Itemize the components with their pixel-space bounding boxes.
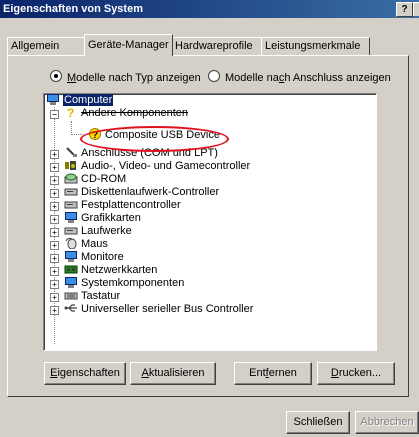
tree-item-label: CD-ROM [81,173,127,185]
tree-item-mouse[interactable]: Maus [64,237,108,251]
tree-item-label: Laufwerke [81,225,132,237]
tree-item-label: Tastatur [81,290,121,302]
tree-item-label: Grafikkarten [81,212,141,224]
tree-item-graphics[interactable]: Grafikkarten [64,212,141,225]
radio-by-type-label: Modelle nach Typ anzeigen [67,72,201,84]
question-mark-icon: ? [64,106,78,120]
expand-toggle[interactable]: + [50,267,59,276]
tree-item-floppy-controller[interactable]: Diskettenlaufwerk-Controller [64,186,219,199]
tree-item-label: Monitore [81,251,124,263]
tree-connector [71,121,72,135]
expand-toggle[interactable]: + [50,254,59,263]
monitor-icon [64,212,78,223]
radio-by-connection[interactable]: Modelle nach Anschluss anzeigen [208,70,391,86]
radio-by-type[interactable]: Modelle nach Typ anzeigen [50,70,201,86]
print-button[interactable]: Drucken... [317,362,395,385]
tree-item-usb[interactable]: Universeller serieller Bus Controller [64,303,253,316]
tree-connector [71,134,83,135]
tree-item-disk-controller[interactable]: Festplattencontroller [64,199,181,212]
expand-toggle[interactable]: + [50,280,59,289]
tree-item-label: Diskettenlaufwerk-Controller [81,186,220,198]
usb-icon [64,303,78,314]
port-icon [64,147,78,158]
tab-leistungsmerkmale[interactable]: Leistungsmerkmale [261,37,370,55]
tree-item-system[interactable]: Systemkomponenten [64,277,184,290]
tab-allgemein[interactable]: Allgemein [7,37,86,55]
tree-item-keyboard[interactable]: Tastatur [64,290,120,303]
tree-item-label: Netzwerkkarten [81,264,158,276]
network-card-icon [64,264,78,275]
computer-icon [46,94,60,105]
tab-hardwareprofile[interactable]: Hardwareprofile [171,37,264,55]
tree-root-label: Computer [63,94,114,106]
cancel-button[interactable]: Abbrechen [355,411,419,434]
expand-toggle[interactable]: + [50,306,59,315]
tab-geraete-manager[interactable]: Geräte-Manager [84,34,173,56]
tree-item-label: Festplattencontroller [81,199,181,211]
radio-by-connection-label: Modelle nach Anschluss anzeigen [225,72,391,84]
tree-item-cdrom[interactable]: CD-ROM [64,173,126,186]
remove-button[interactable]: Entfernen [234,362,312,385]
expand-toggle[interactable]: + [50,163,59,172]
refresh-button[interactable]: Aktualisieren [130,362,216,385]
properties-button[interactable]: Eigenschaften [44,362,126,385]
radio-by-type-indicator[interactable] [50,70,62,82]
expand-toggle[interactable]: + [50,241,59,250]
tree-item-drives[interactable]: Laufwerke [64,225,132,238]
tree-root-computer[interactable]: Computer [46,94,114,107]
drive-icon [64,225,78,236]
title-bar[interactable]: Eigenschaften von System ? [0,0,419,18]
red-highlight-circle [80,126,229,152]
close-button[interactable]: Schließen [286,411,350,434]
mouse-icon [64,237,78,250]
expand-toggle[interactable]: + [50,202,59,211]
radio-by-connection-indicator[interactable] [208,70,220,82]
close-window-button[interactable] [413,2,419,16]
tree-item-audio-video[interactable]: Audio-, Video- und Gamecontroller [64,160,250,173]
tree-item-network[interactable]: Netzwerkkarten [64,264,157,277]
expand-toggle[interactable]: + [50,189,59,198]
svg-text:?: ? [67,107,74,118]
expand-toggle[interactable]: + [50,215,59,224]
computer-icon [64,277,78,288]
expand-toggle[interactable]: + [50,228,59,237]
keyboard-icon [64,290,78,301]
drive-icon [64,199,78,210]
monitor-icon [64,251,78,262]
speaker-icon [64,160,78,171]
tree-item-monitors[interactable]: Monitore [64,251,124,264]
tree-item-label: Systemkomponenten [81,277,185,289]
tree-item-label: Audio-, Video- und Gamecontroller [81,160,251,172]
expand-toggle[interactable]: + [50,176,59,185]
expand-toggle[interactable]: + [50,293,59,302]
collapse-toggle-other[interactable]: − [50,110,59,119]
system-properties-dialog: Eigenschaften von System ? Allgemein Ger… [0,0,419,437]
expand-toggle[interactable]: + [50,150,59,159]
tree-item-label: Maus [81,238,108,250]
drive-icon [64,186,78,197]
window-title: Eigenschaften von System [3,3,143,15]
help-button[interactable]: ? [396,2,413,17]
tree-item-label: Universeller serieller Bus Controller [81,303,254,315]
cdrom-icon [64,173,78,184]
tree-item-other-devices[interactable]: ? Andere Komponenten [64,106,189,120]
tree-item-label: Andere Komponenten [81,107,189,119]
